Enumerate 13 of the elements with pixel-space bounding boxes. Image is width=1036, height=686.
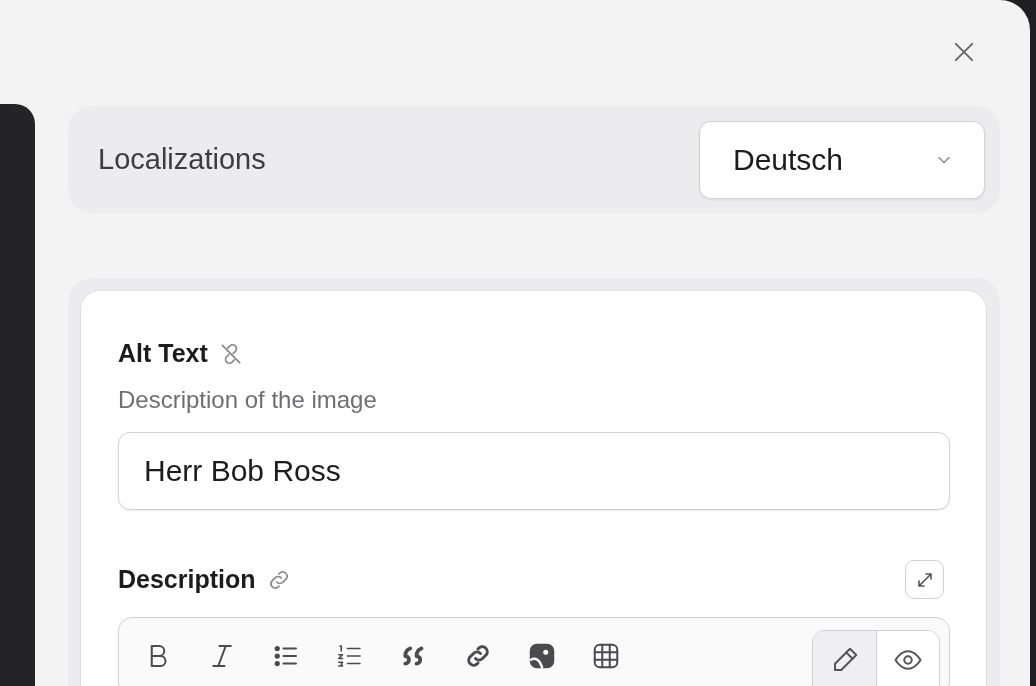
localizations-label: Localizations (98, 143, 266, 176)
field-label: Description (118, 565, 256, 594)
mode-tab[interactable] (876, 631, 939, 686)
alt-text-field[interactable]: Herr Bob Ross (118, 432, 950, 510)
table-icon (591, 641, 621, 671)
toolbar-button[interactable] (591, 641, 621, 671)
language-select[interactable]: Deutsch (699, 120, 985, 199)
toolbar-button[interactable] (527, 641, 557, 671)
field-label: Alt Text (118, 339, 208, 368)
image-icon (527, 641, 557, 671)
mode-tab[interactable] (813, 631, 876, 686)
field-hint: Description of the image (118, 386, 378, 414)
expand-button[interactable] (905, 560, 944, 599)
